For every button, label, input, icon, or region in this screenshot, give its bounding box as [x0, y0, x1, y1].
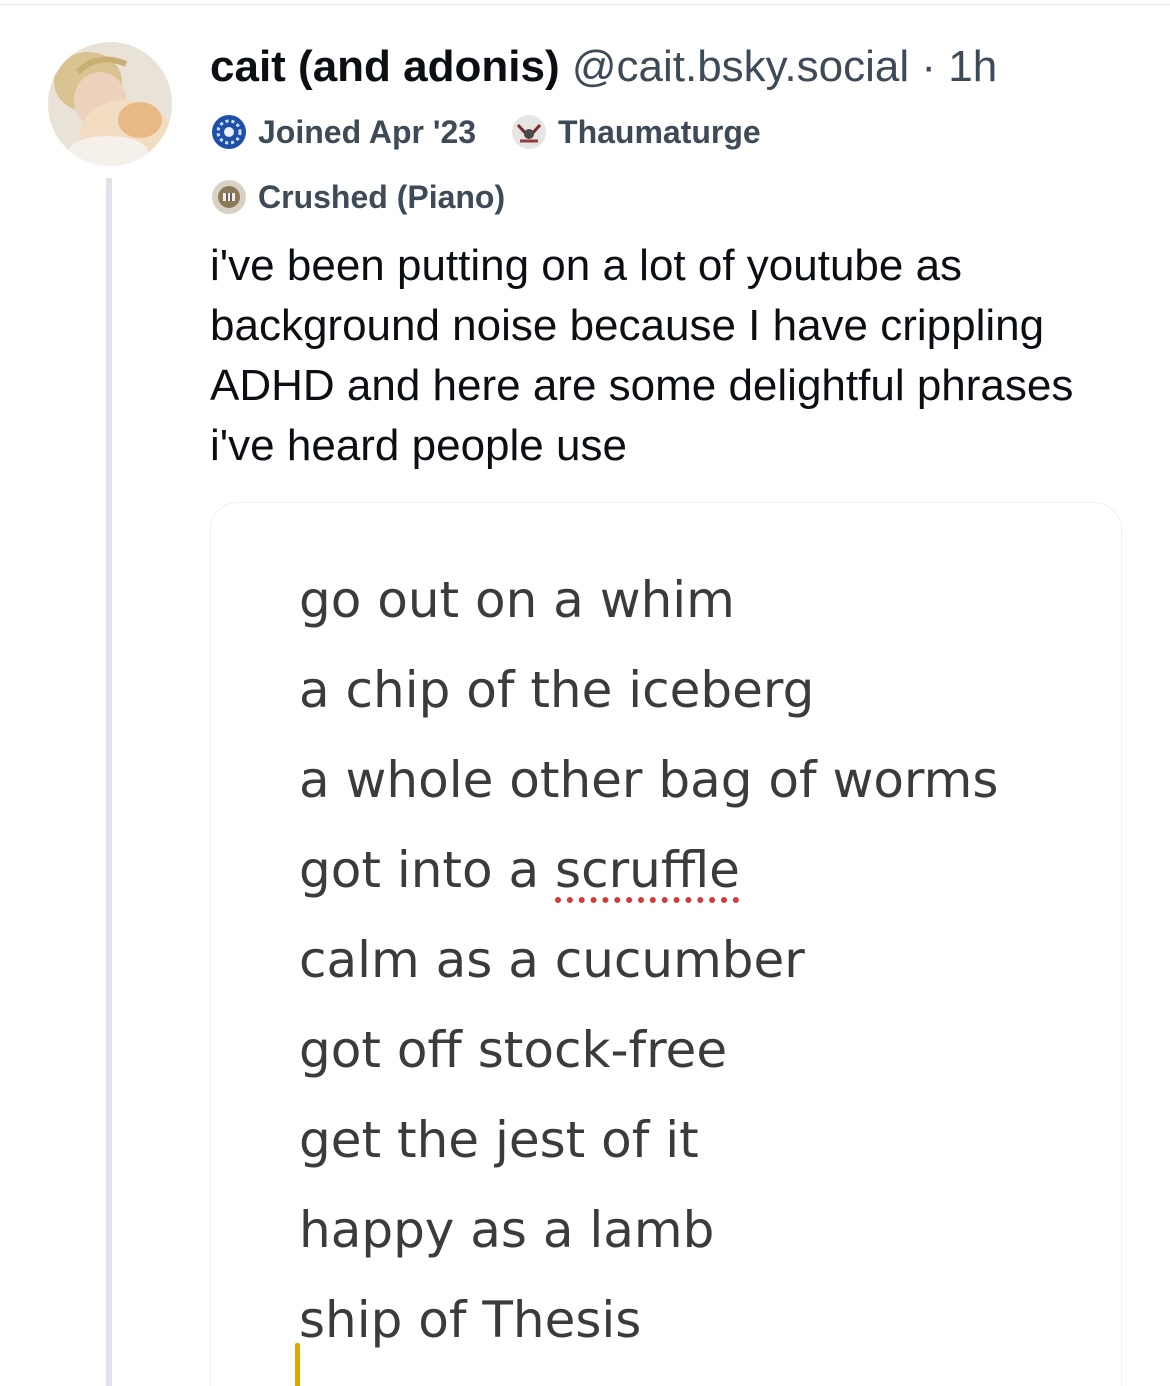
post-text: i've been putting on a lot of youtube as… — [210, 241, 1074, 470]
phrase-item: a chip of the iceberg — [299, 661, 815, 719]
phrase-item: get the jest of it — [299, 1111, 699, 1169]
badge-label: Thaumaturge — [558, 114, 761, 150]
phrase-item: go out on a whim — [299, 571, 735, 629]
author-name[interactable]: cait (and adonis) — [210, 42, 560, 91]
misspelled-word: scruffle — [555, 841, 740, 899]
text-caret — [295, 1343, 300, 1386]
badge-row: Joined Apr '23 Thaumaturge — [210, 110, 761, 154]
phrase-item: calm as a cucumber — [299, 931, 805, 989]
phrase-text: got into a — [299, 841, 556, 899]
blue-gear-badge-icon — [210, 113, 248, 151]
phrase-list: go out on a whim a chip of the iceberg a… — [299, 555, 998, 1365]
phrase-item: a whole other bag of worms — [299, 751, 999, 809]
badge-joined: Joined Apr '23 — [210, 110, 476, 154]
badge-label: Joined Apr '23 — [258, 114, 477, 150]
phrase-item: got into a scruffle — [299, 825, 998, 915]
profile-badges: Joined Apr '23 Thaumaturge Crushed (Pian… — [210, 110, 761, 240]
separator: · — [909, 42, 949, 91]
thread-line — [106, 178, 112, 1386]
badge-row: Crushed (Piano) — [210, 175, 761, 219]
phrase-item: got off stock-free — [299, 1021, 728, 1079]
phrase-item: happy as a lamb — [299, 1201, 715, 1259]
post-view: cait (and adonis) @cait.bsky.social · 1h… — [0, 0, 1170, 1386]
piano-badge-icon — [210, 178, 248, 216]
divider — [0, 4, 1170, 5]
phrase-item: ship of Thesis — [299, 1291, 642, 1349]
post-header: cait (and adonis) @cait.bsky.social · 1h — [210, 40, 997, 94]
avatar[interactable] — [48, 42, 172, 166]
author-handle[interactable]: @cait.bsky.social — [572, 42, 909, 91]
thaumaturge-emblem-icon — [510, 113, 548, 151]
post-timestamp[interactable]: 1h — [948, 42, 997, 91]
badge-thaumaturge: Thaumaturge — [510, 110, 761, 154]
badge-crushed-piano: Crushed (Piano) — [210, 175, 505, 219]
embedded-image[interactable]: go out on a whim a chip of the iceberg a… — [210, 502, 1122, 1386]
badge-label: Crushed (Piano) — [258, 179, 506, 215]
